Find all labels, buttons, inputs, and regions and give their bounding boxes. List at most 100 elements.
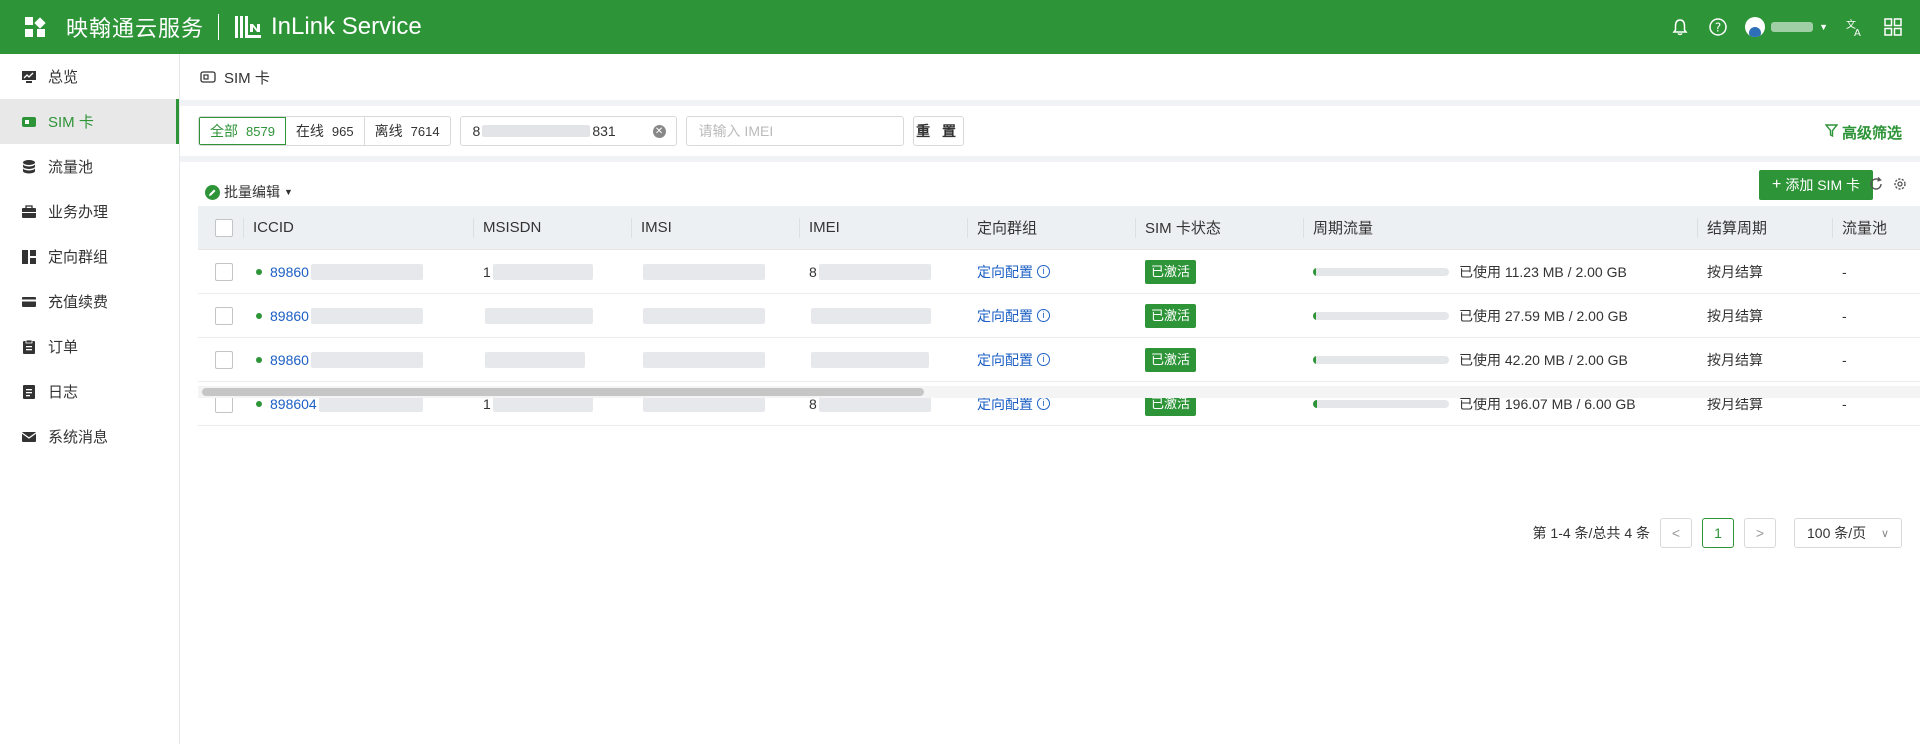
- table-row: 89860 定向配置 i 已激活 已使用 27.59 MB / 2.00 GB 按…: [198, 294, 1920, 338]
- iccid-link[interactable]: 89860: [270, 352, 309, 368]
- monitor-icon: [20, 68, 38, 86]
- tab-label: 在线: [295, 123, 324, 139]
- sidebar-item-label: 定向群组: [48, 249, 109, 266]
- pagination-summary: 第 1-4 条/总共 4 条: [1532, 525, 1650, 541]
- status-badge: 已激活: [1145, 303, 1197, 328]
- usage-text: 已使用 11.23 MB / 2.00 GB: [1459, 263, 1627, 280]
- database-icon: [20, 158, 38, 176]
- sidebar-item-label: 总览: [48, 69, 79, 86]
- batch-edit-label: 批量编辑: [224, 184, 280, 200]
- sidebar-item-messages[interactable]: 系统消息: [0, 414, 179, 459]
- info-icon[interactable]: i: [1037, 397, 1050, 410]
- sidebar-item-label: 日志: [48, 384, 79, 401]
- svg-text:?: ?: [1715, 21, 1721, 35]
- brand-title-en: InLink Service: [271, 13, 422, 40]
- user-menu[interactable]: ▼: [1745, 17, 1828, 37]
- online-status-dot: [256, 312, 262, 319]
- redacted-text: [485, 307, 593, 324]
- apps-icon[interactable]: [20, 12, 50, 42]
- filter-bar: 全部 8579 在线 965 离线 7614 8 831 ✕ 请输入 IMEI 重 置…: [180, 106, 1920, 156]
- clear-icon[interactable]: ✕: [652, 125, 666, 138]
- sidebar-item-target-group[interactable]: 定向群组: [0, 234, 179, 279]
- brand-title-cn: 映翰通云服务: [66, 16, 205, 41]
- status-tabs: 全部 8579 在线 965 离线 7614: [198, 116, 451, 146]
- usage-progress: [1313, 399, 1449, 408]
- group-config-link[interactable]: 定向配置: [977, 350, 1033, 370]
- add-sim-label: 添加 SIM 卡: [1785, 177, 1860, 193]
- usage-text: 已使用 27.59 MB / 2.00 GB: [1459, 307, 1628, 324]
- redacted-text: [310, 351, 423, 368]
- iccid-link[interactable]: 89860: [270, 264, 309, 280]
- brand-divider: [218, 14, 220, 40]
- sidebar: 总览 SIM 卡 流量池 业务办理 定向群组 充值续费 订单 日志 系统消息: [0, 54, 180, 744]
- group-config-link[interactable]: 定向配置: [977, 262, 1033, 282]
- briefcase-icon: [20, 203, 38, 221]
- row-checkbox[interactable]: [215, 262, 233, 281]
- usage-progress: [1313, 355, 1449, 364]
- reset-button[interactable]: 重 置: [912, 116, 964, 146]
- tab-count: 8579: [246, 123, 275, 139]
- imei-search-input[interactable]: 请输入 IMEI: [685, 116, 904, 146]
- sidebar-item-data-pool[interactable]: 流量池: [0, 144, 179, 189]
- select-all-checkbox[interactable]: [215, 218, 233, 237]
- iccid-search-input[interactable]: 8 831 ✕: [459, 116, 677, 146]
- header-cell: MSISDN: [473, 206, 631, 249]
- status-badge: 已激活: [1145, 259, 1197, 284]
- redacted-text: [643, 351, 765, 368]
- translate-icon[interactable]: 文A: [1844, 16, 1866, 38]
- page-size-select[interactable]: 100 条/页 ∨: [1794, 518, 1902, 548]
- billing-cycle: 按月结算: [1707, 351, 1763, 368]
- iccid-link[interactable]: 89860: [270, 308, 309, 324]
- tab-all[interactable]: 全部 8579: [199, 117, 286, 145]
- row-checkbox[interactable]: [215, 350, 233, 369]
- svg-text:A: A: [1854, 28, 1861, 37]
- sidebar-item-sim[interactable]: SIM 卡: [0, 99, 179, 144]
- refresh-icon[interactable]: [1868, 176, 1884, 192]
- page-title: SIM 卡: [224, 69, 270, 87]
- chevron-down-icon: ▼: [1819, 22, 1828, 32]
- redacted-text: [310, 307, 423, 324]
- redacted-text: [492, 263, 593, 280]
- next-page-button[interactable]: >: [1744, 518, 1776, 548]
- info-icon[interactable]: i: [1037, 265, 1050, 278]
- sidebar-item-logs[interactable]: 日志: [0, 369, 179, 414]
- redacted-text: [310, 263, 423, 280]
- online-status-dot: [256, 356, 262, 363]
- usage-progress-fill: [1313, 267, 1316, 276]
- sim-list-panel: 批量编辑 ▼ + 添加 SIM 卡 ICCID MSISDN IMSI IMEI…: [180, 162, 1920, 744]
- sidebar-item-recharge[interactable]: 充值续费: [0, 279, 179, 324]
- info-icon[interactable]: i: [1037, 353, 1050, 366]
- prev-page-button[interactable]: <: [1660, 518, 1692, 548]
- redacted-text: [485, 351, 585, 368]
- chevron-down-icon: ∨: [1880, 527, 1889, 540]
- help-icon[interactable]: ?: [1707, 16, 1729, 38]
- advanced-filter-button[interactable]: 高级筛选: [1824, 122, 1902, 143]
- bell-icon[interactable]: [1669, 16, 1691, 38]
- sidebar-item-label: SIM 卡: [48, 114, 94, 131]
- row-checkbox[interactable]: [215, 306, 233, 325]
- horizontal-scrollbar[interactable]: [198, 386, 1920, 398]
- tab-offline[interactable]: 离线 7614: [365, 117, 450, 145]
- sidebar-item-orders[interactable]: 订单: [0, 324, 179, 369]
- scrollbar-thumb[interactable]: [202, 388, 924, 396]
- sidebar-item-label: 充值续费: [48, 294, 109, 311]
- page-size-value: 100 条/页: [1807, 525, 1867, 541]
- sidebar-item-label: 流量池: [48, 159, 94, 176]
- sidebar-item-overview[interactable]: 总览: [0, 54, 179, 99]
- status-badge: 已激活: [1145, 347, 1197, 372]
- sidebar-item-label: 系统消息: [48, 429, 109, 446]
- tab-online[interactable]: 在线 965: [286, 117, 365, 145]
- header-cell: ICCID: [243, 206, 473, 249]
- add-sim-button[interactable]: + 添加 SIM 卡: [1759, 170, 1873, 200]
- batch-edit-dropdown[interactable]: 批量编辑 ▼: [205, 182, 293, 202]
- group-icon: [20, 248, 38, 266]
- group-config-link[interactable]: 定向配置: [977, 306, 1033, 326]
- info-icon[interactable]: i: [1037, 309, 1050, 322]
- usage-text: 已使用 42.20 MB / 2.00 GB: [1459, 351, 1628, 368]
- sidebar-item-label: 业务办理: [48, 204, 109, 221]
- sidebar-item-business[interactable]: 业务办理: [0, 189, 179, 234]
- grid-icon[interactable]: [1882, 16, 1904, 38]
- table-row: 89860 1 8 定向配置 i 已激活 已使用 11.23 MB / 2.00 …: [198, 250, 1920, 294]
- settings-icon[interactable]: [1892, 176, 1908, 192]
- page-number-button[interactable]: 1: [1702, 518, 1734, 548]
